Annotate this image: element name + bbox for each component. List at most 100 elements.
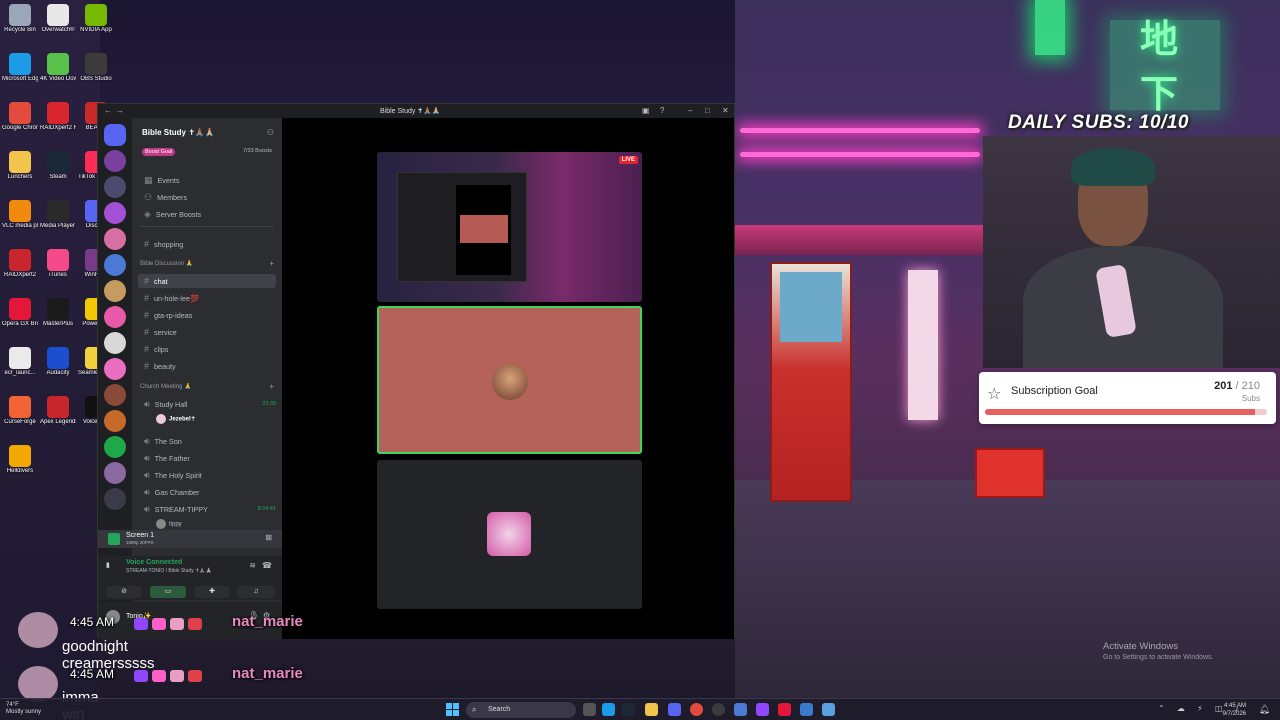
desktop-icon[interactable]: Microsoft Edge [2,53,38,83]
server-icon[interactable] [104,384,126,406]
server-icon[interactable] [104,410,126,432]
activities-button[interactable]: ✚ [194,586,230,598]
desktop-icon[interactable]: MasterPlus [40,298,76,328]
server-icon[interactable] [104,202,126,224]
server-icon[interactable] [104,462,126,484]
server-icon[interactable] [104,280,126,302]
minimize-button[interactable]: – [688,106,692,115]
back-arrow-icon[interactable]: ← [104,106,112,115]
voice-user[interactable]: Jezebel✝ [156,414,196,424]
invite-icon[interactable]: ⚇ [267,128,274,137]
voice-channel-gas-chamber[interactable]: 🔊︎ Gas Chamber [138,485,276,499]
participant-tile[interactable] [377,460,642,609]
voice-channel-path[interactable]: STREAM-TONIO / Bible Study ✝🙏🏽🙏🏼 [126,568,212,574]
add-channel-icon[interactable]: + [269,382,274,391]
channel-service[interactable]: # service [138,325,276,339]
desktop-icon[interactable]: Audacity [40,347,76,377]
category-bible-discussion[interactable]: Bible Discussion 🙏 [140,260,193,267]
channel-clips[interactable]: # clips [138,342,276,356]
desktop-icon[interactable]: Opera GX Browser [2,298,38,328]
signal-icon[interactable]: ▮ [106,561,110,569]
file-explorer-icon[interactable] [645,703,658,716]
weather-widget[interactable]: 74°F Mostly sunny [6,702,41,716]
server-icon[interactable] [104,176,126,198]
desktop-icon[interactable]: Helldivers [2,445,38,475]
discord-home-icon[interactable] [104,124,126,146]
server-icon[interactable] [104,306,126,328]
desktop-icon[interactable]: VLC media player [2,200,38,230]
disconnect-icon[interactable]: ☎ [262,561,272,570]
noise-suppression-icon[interactable]: ≋ [249,561,256,570]
channel-gta-rp-ideas[interactable]: # gta-rp-ideas [138,308,276,322]
stop-stream-icon[interactable]: ⊠ [265,533,272,542]
stream-tile[interactable]: LIVE [377,152,642,302]
desktop-icon[interactable]: Lunchers [2,151,38,181]
voice-user[interactable]: tippy [156,519,182,529]
inbox-icon[interactable]: ▣ [642,106,650,115]
maximize-button[interactable]: □ [705,106,710,115]
boost-goal-badge[interactable]: Boost Goal [142,148,176,156]
camera-button[interactable]: ⊘ [106,586,142,598]
forward-arrow-icon[interactable]: → [116,106,124,115]
desktop-icon[interactable]: Apex Legends [40,396,76,426]
server-icon[interactable] [104,150,126,172]
soundboard-button[interactable]: ♫ [238,586,274,598]
start-button[interactable] [446,703,460,717]
task-view-icon[interactable] [583,703,596,716]
desktop-icon[interactable]: Media Player Classic [40,200,76,230]
nav-item-events[interactable]: ▦ Events [138,173,276,187]
taskbar-search[interactable]: ⌕ Search [466,702,576,718]
opera-gx-icon[interactable] [778,703,791,716]
nav-item-members[interactable]: ⚇ Members [138,190,276,204]
screen-share-bar[interactable]: Screen 1 1080p 30FPS ⊠ [98,530,282,548]
desktop-icon[interactable]: OBS Studio [78,53,114,83]
desktop-icon[interactable]: Google Chrome [2,102,38,132]
clock[interactable]: 4:45 AM 9/7/2026 [1223,702,1246,718]
twitch-icon[interactable] [756,703,769,716]
desktop-icon[interactable]: RAIDXpert2 [2,249,38,279]
voice-channel-holy-spirit[interactable]: 🔊︎ The Holy Spirit [138,468,276,482]
server-icon[interactable] [104,228,126,250]
app-icon[interactable] [800,703,813,716]
notification-bell-icon[interactable]: 🔔︎ [1259,704,1270,715]
server-icon[interactable] [104,436,126,458]
app-icon[interactable] [822,703,835,716]
voice-channel-the-father[interactable]: 🔊︎ The Father [138,451,276,465]
desktop-icon[interactable]: iTunes [40,249,76,279]
edge-icon[interactable] [602,703,615,716]
desktop-icon[interactable]: RAIDXpert2 Help [40,102,76,132]
desktop-icon[interactable]: Recycle Bin [2,4,38,34]
category-church-meeting[interactable]: Church Meeting 🙏 [140,383,192,390]
close-button[interactable]: ✕ [722,106,729,115]
server-icon[interactable] [104,254,126,276]
screen-share-button[interactable]: ▭ [150,586,186,598]
nav-item-server-boosts[interactable]: ◈ Server Boosts [138,207,276,221]
app-icon [47,347,69,369]
desktop-icon[interactable]: 4K Video Download... [40,53,76,83]
voice-channel-study-hall[interactable]: 🔊︎ Study Hall [138,397,276,411]
chrome-icon[interactable] [690,703,703,716]
desktop-icon[interactable]: NVIDIA App [78,4,114,34]
guild-name[interactable]: Bible Study ✝🙏🏽🙏🏼 [142,128,215,137]
desktop-icon[interactable]: ecr_launc... [2,347,38,377]
channel-un-hole-lee[interactable]: # un-hole-lee💯 [138,291,276,305]
add-channel-icon[interactable]: + [269,259,274,268]
desktop-icon[interactable]: CurseForge [2,396,38,426]
discord-taskbar-icon[interactable] [668,703,681,716]
chat-avatar [18,666,58,702]
voice-channel-the-son[interactable]: 🔊︎ The Son [138,434,276,448]
server-icon[interactable] [104,332,126,354]
channel-shopping[interactable]: # shopping [138,237,276,251]
obs-icon[interactable] [712,703,725,716]
steam-icon[interactable] [622,703,635,716]
voice-channel-stream-tippy[interactable]: 🔊︎ STREAM-TIPPY [138,502,276,516]
desktop-icon[interactable]: Overwatch® [40,4,76,34]
channel-beauty[interactable]: # beauty [138,359,276,373]
help-icon[interactable]: ? [660,106,664,115]
participant-tile-speaking[interactable] [377,306,642,454]
channel-chat[interactable]: # chat [138,274,276,288]
server-icon[interactable] [104,358,126,380]
app-icon[interactable] [734,703,747,716]
server-icon[interactable] [104,488,126,510]
desktop-icon[interactable]: Steam [40,151,76,181]
